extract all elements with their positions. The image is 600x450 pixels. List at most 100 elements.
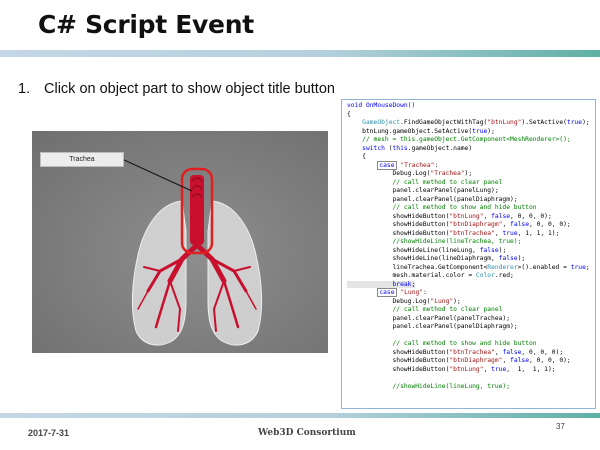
code-line: showHideButton("btnLung", true, 1, 1, 1)… — [347, 366, 595, 375]
code-token: , 1, 1, 1); — [517, 229, 560, 237]
code-token: "btnDiaphragm" — [449, 357, 503, 364]
code-snippet: void OnMouseDown(){ GameObject.FindGameO… — [341, 99, 596, 409]
code-line: case "Lung": — [347, 288, 595, 298]
footer-accent-bar — [0, 413, 600, 418]
code-token: showHideButton( — [347, 229, 450, 237]
code-token: false — [510, 221, 529, 228]
code-token: case — [377, 160, 397, 170]
trachea-title-button[interactable]: Trachea — [40, 152, 124, 167]
code-token: Debug.Log( — [347, 170, 431, 177]
code-token: "Lung" — [400, 289, 424, 296]
code-line: lineTrachea.GetComponent<Renderer>().ena… — [347, 264, 595, 273]
code-token: showHideButton( — [347, 365, 450, 373]
code-line: panel.clearPanel(panelDiaphragm); — [347, 196, 595, 205]
code-token — [347, 280, 393, 288]
bullet-item: 1. Click on object part to show object ti… — [18, 81, 335, 97]
code-token: // call method to show and hide button — [347, 204, 537, 211]
code-token: "btnLung" — [487, 119, 522, 126]
code-line: showHideButton("btnTrachea", true, 1, 1,… — [347, 230, 595, 239]
code-token: showHideButton( — [347, 221, 450, 228]
code-token: "Trachea" — [400, 161, 435, 169]
lungs-3d-viewer[interactable]: Trachea — [32, 131, 328, 353]
code-token: //showHideLine(lineLung, true); — [347, 382, 511, 390]
code-line: showHideButton("btnTrachea", false, 0, 0… — [347, 349, 595, 358]
code-token: showHideLine(lineDiaphragm, — [347, 255, 499, 262]
code-token: : — [434, 161, 439, 169]
code-token: , — [483, 212, 492, 220]
code-token: ( — [384, 144, 393, 152]
code-token: ); — [582, 119, 590, 126]
code-token: GameObject — [362, 119, 401, 126]
code-token: panel.clearPanel(panelDiaphragm); — [347, 195, 518, 203]
code-line: case "Trachea": — [347, 160, 595, 171]
code-token: // call method to show and hide button — [347, 340, 537, 347]
code-token: false — [502, 348, 522, 356]
code-token: >().enabled = — [517, 263, 571, 271]
code-token: "Lung" — [430, 297, 454, 305]
code-token: , 1, 1, 1); — [506, 365, 556, 373]
code-token: { — [347, 153, 366, 160]
code-token: ; — [411, 280, 416, 288]
code-token: showHideButton( — [347, 357, 450, 364]
code-token: , — [483, 365, 492, 373]
code-line: // call method to clear panel — [347, 179, 595, 188]
code-token: true — [502, 229, 518, 237]
code-line: Debug.Log("Lung"); — [347, 298, 595, 307]
code-token: , — [502, 221, 511, 228]
code-token: , 0, 0, 0); — [529, 357, 571, 364]
code-token: panel.clearPanel(panelDiaphragm); — [347, 323, 518, 330]
code-token: "btnTrachea" — [449, 348, 495, 356]
code-token: ); — [498, 246, 507, 254]
code-line: panel.clearPanel(panelTrachea); — [347, 315, 595, 324]
code-token: lineTrachea.GetComponent< — [347, 263, 488, 271]
code-line: showHideButton("btnDiaphragm", false, 0,… — [347, 357, 595, 366]
code-token: ); — [453, 297, 461, 305]
code-token: // call method to clear panel — [347, 178, 503, 186]
code-line: panel.clearPanel(panelLung); — [347, 187, 595, 196]
code-token: , 0, 0, 0); — [529, 221, 571, 228]
code-line: panel.clearPanel(panelDiaphragm); — [347, 323, 595, 332]
code-token: ).SetActive( — [521, 119, 567, 126]
slide-title: C# Script Event — [38, 10, 254, 39]
code-token: // call method to clear panel — [347, 306, 503, 313]
code-line: showHideButton("btnDiaphragm", false, 0,… — [347, 221, 595, 230]
code-line: switch (this.gameObject.name) — [347, 145, 595, 154]
code-lines: void OnMouseDown(){ GameObject.FindGameO… — [342, 100, 595, 391]
code-token: //showHideLine(lineTrachea, true); — [347, 238, 522, 245]
header-accent-bar — [0, 50, 600, 57]
code-line: Debug.Log("Trachea"); — [347, 170, 595, 179]
code-line: // mesh = this.gameObject.GetComponent<M… — [347, 136, 595, 145]
code-token: true — [472, 127, 488, 135]
code-token: true — [491, 365, 507, 373]
code-line: //showHideLine(lineLung, true); — [347, 383, 595, 392]
code-line: // call method to clear panel — [347, 306, 595, 315]
code-token: { — [347, 110, 351, 118]
code-token: showHideLine(lineLung, — [347, 246, 480, 254]
code-token: true — [566, 119, 583, 126]
code-line: { — [347, 111, 595, 120]
code-token: true — [570, 263, 586, 271]
code-token: false — [491, 212, 511, 220]
code-token: // mesh = this.gameObject.GetComponent<M… — [347, 136, 571, 143]
code-token: .gameObject.name) — [407, 144, 473, 152]
page-number: 37 — [556, 422, 565, 431]
code-line: //showHideLine(lineTrachea, true); — [347, 238, 595, 247]
code-token: "btnLung" — [449, 212, 484, 220]
code-token: "Trachea" — [430, 170, 465, 177]
code-token: .FindGameObjectWithTag( — [400, 119, 488, 126]
code-token: Debug.Log( — [347, 297, 431, 305]
code-token: ); — [487, 127, 495, 135]
code-line: // call method to show and hide button — [347, 340, 595, 349]
code-line: GameObject.FindGameObjectWithTag("btnLun… — [347, 119, 595, 128]
code-token: ); — [464, 170, 473, 177]
code-token: break — [392, 280, 412, 288]
code-line: showHideLine(lineDiaphragm, false); — [347, 255, 595, 264]
code-token: panel.clearPanel(panelTrachea); — [347, 314, 511, 322]
code-line: mesh.material.color = Color.red; — [347, 272, 595, 281]
code-token: switch — [362, 144, 385, 152]
code-token: ; — [585, 263, 590, 271]
footer-organization: Web3D Consortium — [258, 428, 356, 438]
